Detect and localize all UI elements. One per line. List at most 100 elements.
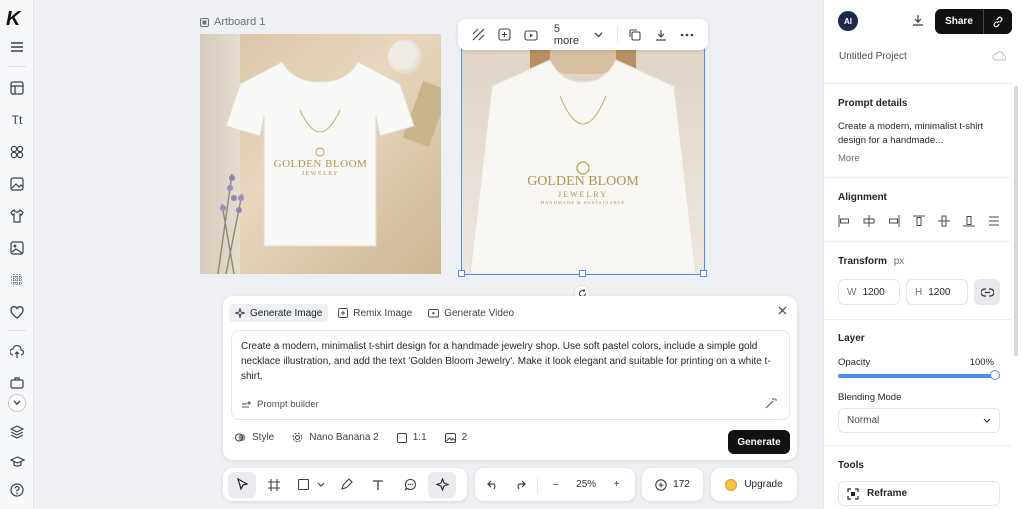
reframe-icon [847,487,859,500]
menu-icon[interactable] [7,37,27,57]
height-value[interactable]: 1200 [928,287,950,298]
undo-button[interactable] [480,472,507,498]
resize-handle-bl[interactable] [458,270,465,277]
export-button[interactable] [912,14,924,26]
square-icon [297,479,309,490]
align-left-icon[interactable] [838,215,850,227]
artboard-label[interactable]: Artboard 1 [200,16,265,28]
align-right-icon[interactable] [888,215,900,227]
width-field[interactable]: W 1200 [838,279,900,305]
help-icon[interactable] [7,480,27,500]
align-bottom-icon[interactable] [963,215,975,227]
width-label: W [847,286,857,298]
style-button[interactable]: Style [235,432,274,443]
gallery-icon[interactable] [7,238,27,258]
add-image-button[interactable] [492,22,518,48]
rail-divider [8,330,26,331]
shape-dropdown[interactable] [314,472,328,498]
share-button[interactable]: Share [935,16,983,27]
credits-button[interactable]: 172 [642,468,703,501]
redo-button[interactable] [507,472,534,498]
generate-button[interactable]: Generate [728,430,790,454]
align-center-h-icon[interactable] [863,215,875,227]
tab-remix-image[interactable]: Remix Image [332,304,418,322]
more-options-button[interactable] [674,22,700,48]
learn-icon[interactable] [7,452,27,472]
prompt-text[interactable]: Create a modern, minimalist t-shirt desi… [241,339,780,384]
align-top-icon[interactable] [913,215,925,227]
height-label: H [915,286,923,298]
video-icon [524,29,538,41]
ai-generate-tool[interactable] [428,471,456,498]
tab-label: Generate Image [250,307,323,319]
project-name[interactable]: Untitled Project [839,51,907,62]
duplicate-button[interactable] [622,22,648,48]
plus-circle-icon [655,478,667,491]
remove-background-button[interactable] [466,22,492,48]
upload-icon[interactable] [7,342,27,362]
tab-generate-video[interactable]: Generate Video [422,304,520,322]
ratio-label: 1:1 [412,432,427,443]
reframe-button[interactable]: Reframe [838,481,1000,506]
align-middle-icon[interactable] [938,215,950,227]
grid-icon[interactable] [7,270,27,290]
alignment-title: Alignment [838,192,887,203]
more-tools-dropdown[interactable]: 5 more [544,23,613,47]
user-avatar[interactable]: AI [838,11,858,31]
enhance-prompt-button[interactable] [765,397,777,409]
tab-generate-image[interactable]: Generate Image [229,304,329,322]
pen-tool[interactable] [332,472,360,498]
chevron-down-icon [983,418,991,423]
photos-icon[interactable] [7,174,27,194]
shape-tool[interactable] [292,472,314,498]
opacity-slider-thumb[interactable] [990,370,1000,380]
lock-ratio-toggle[interactable] [974,279,1000,305]
model-selector[interactable]: Nano Banana 2 [292,432,379,443]
distribute-icon[interactable] [988,215,1000,227]
prompt-builder-button[interactable]: Prompt builder [241,399,319,410]
generated-image-model[interactable]: GOLDEN BLOOM JEWELRY HANDMADE & SUSTAINA… [461,33,705,275]
zoom-out-button[interactable]: – [542,472,569,498]
frame-tool[interactable] [260,472,288,498]
video-button[interactable] [518,22,544,48]
copy-link-button[interactable] [984,16,1012,28]
upgrade-button[interactable]: Upgrade [711,468,797,501]
tshirt-icon[interactable] [7,206,27,226]
hatch-icon [473,28,485,41]
chevron-down-icon [594,32,603,37]
panel-scrollbar[interactable] [1014,86,1018,356]
zoom-in-button[interactable]: + [603,472,630,498]
aspect-ratio-selector[interactable]: 1:1 [396,432,427,443]
templates-icon[interactable] [7,78,27,98]
opacity-slider-track[interactable] [838,374,996,378]
download-button[interactable] [648,22,674,48]
expand-rail-button[interactable] [8,394,26,412]
generated-image-flatlay[interactable]: GOLDEN BLOOM JEWELRY [200,34,441,274]
cloud-saved-icon [992,51,1006,61]
select-tool[interactable] [228,471,256,498]
blending-mode-select[interactable]: Normal [838,408,1000,433]
text-tool[interactable] [364,472,392,498]
tools-toolbar [223,468,467,501]
zoom-level[interactable]: 25% [569,479,603,490]
prompt-details-more-link[interactable]: More [838,153,860,164]
briefcase-icon[interactable] [7,372,27,392]
transform-unit: px [893,256,905,267]
generate-panel: Generate Image Remix Image Generate Vide… [223,296,797,460]
width-value[interactable]: 1200 [862,287,884,298]
favorites-icon[interactable] [7,302,27,322]
elements-icon[interactable] [7,142,27,162]
sparkle-icon [235,308,245,318]
text-icon[interactable]: Tt [7,110,27,130]
image-count-selector[interactable]: 2 [444,432,467,443]
resize-handle-b[interactable] [579,270,586,277]
height-field[interactable]: H 1200 [906,279,968,305]
resize-handle-br[interactable] [700,270,707,277]
share-group: Share [935,9,1012,34]
layers-icon[interactable] [7,422,27,442]
comment-tool[interactable] [396,472,424,498]
close-panel-button[interactable] [778,306,787,315]
app-logo[interactable]: K [6,8,28,30]
style-label: Style [252,432,275,443]
prompt-input[interactable]: Create a modern, minimalist t-shirt desi… [231,330,790,420]
